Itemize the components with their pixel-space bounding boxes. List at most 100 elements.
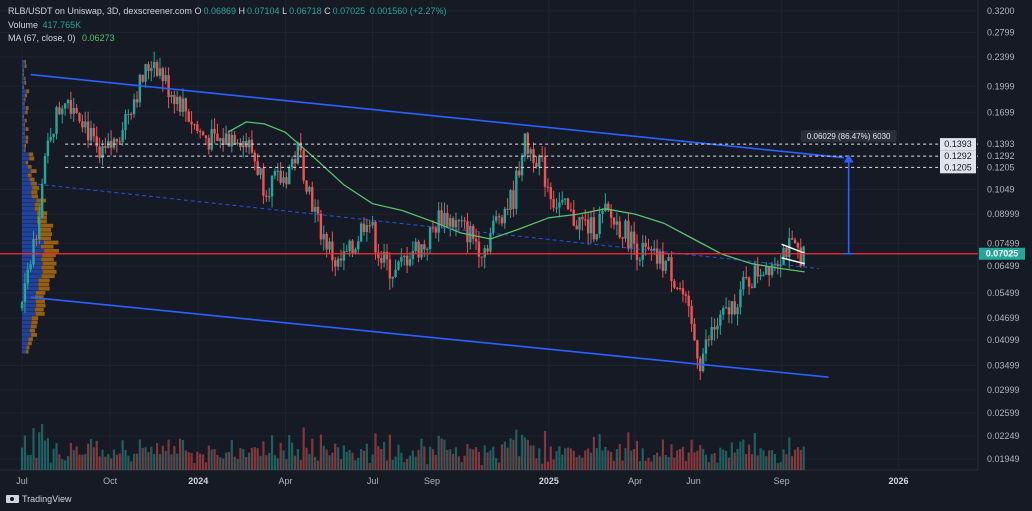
volume-bar: [555, 451, 558, 470]
volume-bar: [239, 447, 242, 470]
candle-body: [454, 220, 458, 228]
candle-body: [572, 209, 575, 226]
volume-bar: [684, 460, 687, 470]
volume-bar: [314, 456, 317, 470]
volume-bar: [618, 443, 621, 470]
volume-profile-bar: [27, 173, 32, 178]
volume-bar: [368, 463, 371, 470]
volume-profile-bar: [25, 127, 29, 131]
volume-profile-bar: [29, 328, 36, 333]
volume-bar: [707, 462, 710, 470]
volume-bar: [348, 449, 351, 470]
volume-bar: [308, 453, 311, 470]
header-line-ma[interactable]: MA (67, close, 0) 0.06273: [8, 33, 115, 43]
candle-body: [684, 294, 688, 296]
volume-profile-bar: [22, 93, 25, 98]
candle-body: [265, 195, 268, 197]
volume-profile-bar: [39, 236, 51, 241]
price-axis-label: 0.04699: [987, 313, 1020, 323]
volume-bar: [656, 452, 659, 470]
volume-bar: [710, 454, 713, 470]
candle-body: [380, 257, 383, 263]
volume-profile-bar: [38, 286, 50, 291]
header-line-volume[interactable]: Volume 417.765K: [8, 20, 81, 30]
candle-body: [150, 68, 153, 71]
volume-profile-bar: [22, 198, 37, 203]
volume-bar: [316, 460, 320, 470]
ohlc-low: L 0.06718: [282, 6, 322, 16]
candle-body: [411, 250, 415, 260]
volume-bar: [43, 440, 47, 470]
candle-body: [112, 138, 116, 148]
volume-profile-bar: [22, 72, 24, 77]
candle-body: [604, 203, 607, 212]
volume-profile-bar: [22, 316, 32, 320]
volume-profile-bar: [25, 160, 29, 165]
volume-profile-bar: [22, 215, 37, 220]
candle-body: [92, 128, 96, 137]
volume-bar: [564, 448, 567, 470]
volume-profile-bar: [22, 307, 36, 312]
volume-profile-bar: [24, 118, 27, 123]
candle-body: [224, 133, 228, 145]
candle-body: [267, 196, 271, 198]
volume-bar: [612, 460, 616, 470]
candle-body: [480, 256, 484, 258]
price-chart[interactable]: 0.3200 0.2799 0.2399 0.1999 0.1699 0.1393 0.12…: [0, 0, 1032, 511]
volume-bar: [739, 441, 742, 470]
candle-body: [632, 231, 636, 244]
price-axis-label: 0.08999: [987, 209, 1020, 219]
volume-bar: [32, 428, 35, 470]
volume-bar: [193, 463, 196, 470]
candle-body: [707, 339, 711, 341]
candle-body: [81, 121, 84, 128]
tradingview-logo[interactable]: TradingView: [6, 494, 72, 504]
volume-bar: [509, 438, 512, 470]
volume-bar: [667, 457, 670, 470]
candle-body: [95, 136, 98, 147]
candle-body: [78, 113, 81, 122]
candle-body: [759, 274, 762, 277]
volume-bar: [380, 448, 383, 470]
volume-bar: [793, 449, 797, 470]
volume-bar: [696, 450, 699, 470]
volume-bar: [630, 450, 633, 470]
candle-body: [365, 225, 369, 232]
volume-bar: [305, 447, 308, 470]
candle-body: [497, 216, 501, 218]
candle-body: [130, 113, 133, 115]
volume-bar: [247, 452, 251, 470]
volume-profile-bar: [24, 144, 27, 148]
volume-profile-bar: [22, 114, 24, 119]
candle-body: [546, 186, 550, 188]
volume-bar: [253, 447, 256, 470]
volume-bar: [150, 446, 153, 470]
candle-body: [742, 277, 745, 290]
price-axis-label: 0.1205: [987, 162, 1015, 172]
time-axis-label: Apr: [278, 476, 292, 486]
candle-body: [262, 168, 265, 196]
volume-bar: [81, 454, 84, 470]
volume-bar: [400, 452, 403, 470]
volume-bar: [661, 439, 664, 470]
candle-body: [463, 220, 466, 222]
candle-body: [440, 210, 443, 226]
volume-bar: [503, 441, 506, 470]
candle-body: [43, 155, 47, 184]
candle-body: [678, 288, 682, 290]
candle-body: [744, 277, 748, 279]
volume-bar: [20, 447, 24, 470]
volume-profile-bar: [22, 110, 26, 115]
volume-bar: [566, 447, 570, 470]
volume-bar: [466, 443, 469, 470]
candle-body: [733, 301, 736, 315]
volume-bar: [633, 448, 636, 470]
candle-body: [612, 217, 616, 225]
volume-bar: [127, 455, 130, 470]
volume-bar: [110, 458, 113, 470]
volume-bar: [719, 447, 722, 470]
volume-bar: [457, 456, 460, 470]
volume-bar: [745, 453, 748, 470]
volume-bar: [49, 462, 52, 470]
volume-profile-bar: [22, 186, 33, 190]
